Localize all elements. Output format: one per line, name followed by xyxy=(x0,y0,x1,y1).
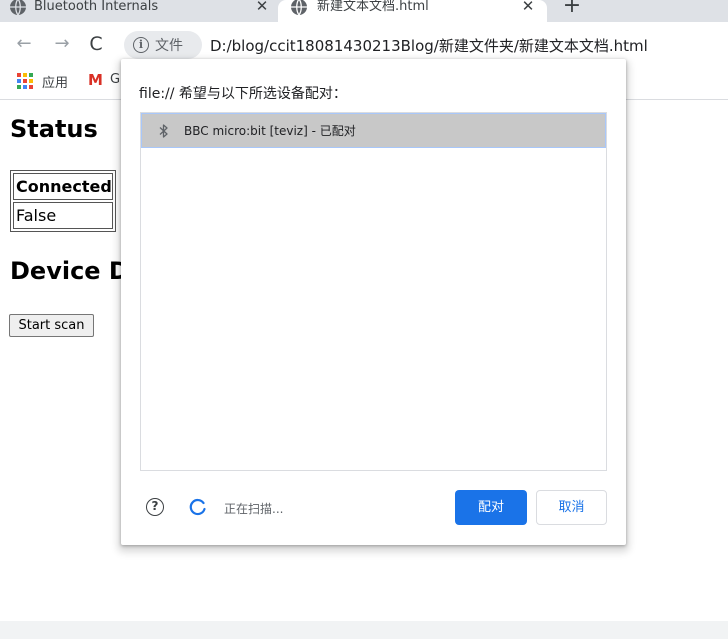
site-info-chip[interactable]: i 文件 xyxy=(124,31,202,59)
bluetooth-icon xyxy=(159,123,168,138)
cancel-button[interactable]: 取消 xyxy=(536,490,607,525)
back-button[interactable]: ← xyxy=(12,32,36,56)
dialog-title: file:// 希望与以下所选设备配对： xyxy=(139,86,347,102)
tab-strip: Bluetooth Internals ✕ 新建文本文档.html ✕ + xyxy=(0,0,728,22)
address-bar[interactable]: i 文件 D:/blog/ccit18081430213Blog/新建文件夹/新… xyxy=(124,31,728,59)
globe-icon xyxy=(291,0,307,16)
apps-icon[interactable] xyxy=(17,73,33,89)
gmail-bookmark-label[interactable]: G xyxy=(110,72,120,87)
reload-button[interactable]: C xyxy=(84,32,108,56)
gmail-icon[interactable]: M xyxy=(88,71,103,89)
tab-bluetooth-internals[interactable]: Bluetooth Internals ✕ xyxy=(0,0,276,22)
table-cell-connected-value: False xyxy=(13,202,113,229)
bottom-strip xyxy=(0,621,728,639)
scanning-status: 正在扫描... xyxy=(224,502,284,516)
close-icon[interactable]: ✕ xyxy=(253,0,271,15)
browser-window: Bluetooth Internals ✕ 新建文本文档.html ✕ + ← … xyxy=(0,0,728,639)
globe-icon xyxy=(10,0,26,16)
device-list: BBC micro:bit [teviz] - 已配对 xyxy=(140,112,607,471)
new-tab-button[interactable]: + xyxy=(561,0,583,17)
start-scan-button[interactable]: Start scan xyxy=(9,314,94,337)
chip-label: 文件 xyxy=(155,38,183,54)
forward-button[interactable]: → xyxy=(50,32,74,56)
spinner-icon xyxy=(189,498,206,516)
bluetooth-pairing-dialog: file:// 希望与以下所选设备配对： BBC micro:bit [tevi… xyxy=(121,59,626,545)
tab-title: 新建文本文档.html xyxy=(317,0,429,14)
device-name: BBC micro:bit [teviz] - 已配对 xyxy=(184,124,356,138)
apps-bookmark-label[interactable]: 应用 xyxy=(42,72,68,91)
url-text[interactable]: D:/blog/ccit18081430213Blog/新建文件夹/新建文本文档… xyxy=(210,35,648,56)
tab-title: Bluetooth Internals xyxy=(34,0,159,14)
info-icon: i xyxy=(133,37,149,53)
status-heading: Status xyxy=(10,115,98,143)
status-table: Connected False xyxy=(10,170,116,232)
pair-button[interactable]: 配对 xyxy=(455,490,527,525)
list-item[interactable]: BBC micro:bit [teviz] - 已配对 xyxy=(141,113,606,148)
close-icon[interactable]: ✕ xyxy=(519,0,537,15)
help-icon[interactable]: ? xyxy=(146,498,164,516)
table-header-connected: Connected xyxy=(13,173,113,200)
tab-new-text-document[interactable]: 新建文本文档.html ✕ xyxy=(278,0,547,22)
